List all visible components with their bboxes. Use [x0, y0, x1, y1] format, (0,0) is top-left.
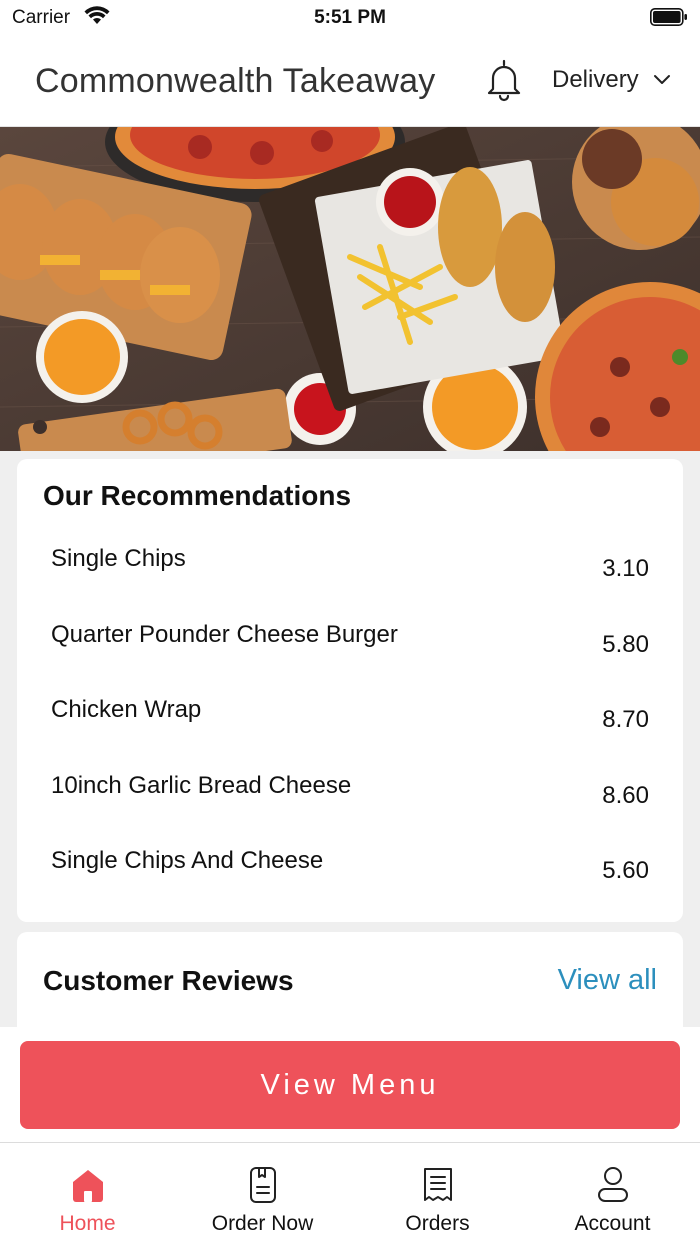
view-menu-button[interactable]: View Menu [20, 1041, 680, 1129]
order-type-dropdown[interactable]: Delivery [552, 66, 671, 94]
item-name: Single Chips And Cheese [51, 847, 324, 874]
list-item[interactable]: 10inch Garlic Bread Cheese 8.60 [17, 766, 683, 842]
tab-label: Home [59, 1212, 116, 1235]
recommendations-card: Our Recommendations Single Chips 3.10 Qu… [17, 459, 683, 922]
tab-home[interactable]: Home [0, 1143, 175, 1244]
item-price: 5.80 [602, 630, 649, 658]
app-header: Commonwealth Takeaway Delivery [0, 34, 700, 127]
list-item[interactable]: Single Chips And Cheese 5.60 [17, 841, 683, 917]
tab-order-now[interactable]: Order Now [175, 1143, 350, 1244]
recommendations-list: Single Chips 3.10 Quarter Pounder Cheese… [17, 539, 683, 917]
tab-label: Account [574, 1212, 651, 1235]
battery-icon [650, 8, 687, 26]
item-name: 10inch Garlic Bread Cheese [51, 771, 352, 799]
list-item[interactable]: Chicken Wrap 8.70 [17, 690, 683, 766]
list-item[interactable]: Quarter Pounder Cheese Burger 5.80 [17, 615, 683, 691]
order-book-icon [249, 1167, 276, 1203]
bell-icon[interactable] [484, 58, 524, 102]
tab-label: Orders [405, 1212, 470, 1235]
list-item[interactable]: Single Chips 3.10 [17, 539, 683, 615]
order-type-label: Delivery [552, 66, 639, 93]
item-price: 3.10 [602, 555, 649, 582]
tab-label: Order Now [211, 1212, 314, 1235]
item-price: 8.70 [602, 706, 649, 733]
home-icon [72, 1170, 103, 1202]
item-name: Chicken Wrap [51, 696, 202, 723]
customer-reviews-title: Customer Reviews [43, 965, 294, 996]
receipt-icon [423, 1168, 452, 1201]
app-title: Commonwealth Takeaway [35, 62, 436, 100]
view-all-link[interactable]: View all [558, 964, 657, 997]
chevron-down-icon [653, 75, 670, 84]
status-time: 5:51 PM [314, 7, 386, 28]
item-price: 8.60 [602, 781, 649, 809]
tab-bar: Home Order Now Orders Account [0, 1142, 700, 1244]
item-name: Single Chips [51, 545, 186, 572]
tab-account[interactable]: Account [525, 1143, 700, 1244]
bottom-panel: View Menu Home Order Now Orders Account [0, 1027, 700, 1244]
user-icon [597, 1167, 628, 1202]
tab-orders[interactable]: Orders [350, 1143, 525, 1244]
status-bar: Carrier 5:51 PM [0, 0, 700, 34]
hero-food-image [0, 127, 700, 451]
item-name: Quarter Pounder Cheese Burger [51, 620, 398, 648]
item-price: 5.60 [602, 857, 649, 884]
recommendations-title: Our Recommendations [43, 480, 352, 511]
